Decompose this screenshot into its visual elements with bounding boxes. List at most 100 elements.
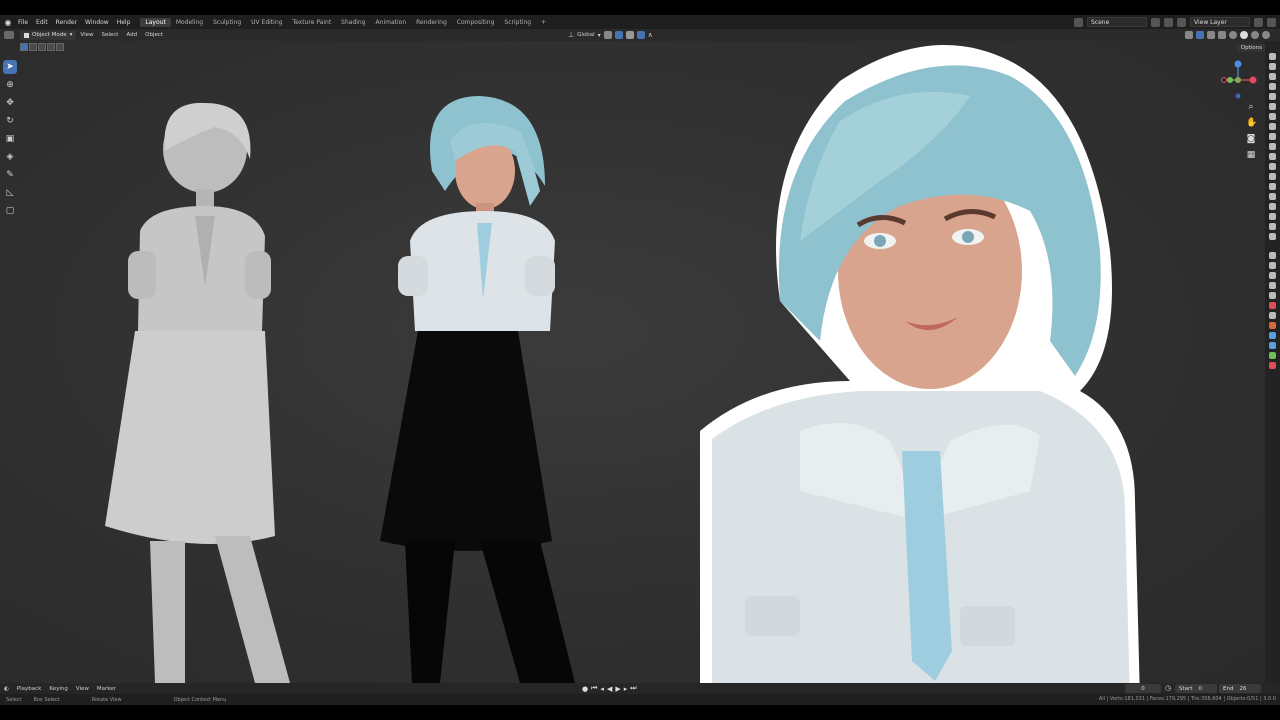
scale-tool-icon[interactable]: ▣ — [3, 132, 17, 146]
transform-tool-icon[interactable]: ◈ — [3, 150, 17, 164]
xray-icon[interactable] — [1218, 31, 1226, 39]
timeline-editor-icon[interactable]: ◐ — [0, 686, 13, 692]
rendered-shading-icon[interactable] — [1262, 31, 1270, 39]
menu-keying[interactable]: Keying — [45, 686, 71, 692]
wireframe-shading-icon[interactable] — [1229, 31, 1237, 39]
tab-animation[interactable]: Animation — [371, 18, 412, 27]
render-visibility-icon[interactable] — [1269, 143, 1276, 150]
render-visibility-icon[interactable] — [1269, 163, 1276, 170]
new-scene-icon[interactable] — [1151, 17, 1160, 27]
render-visibility-icon[interactable] — [1269, 153, 1276, 160]
next-keyframe-icon[interactable]: ▸ — [624, 685, 628, 693]
render-visibility-icon[interactable] — [1269, 183, 1276, 190]
view-layer-field[interactable]: View Layer — [1190, 17, 1250, 27]
constraint-properties-icon[interactable] — [1269, 352, 1276, 359]
snap-icon[interactable] — [614, 31, 623, 39]
proportional-edit-icon[interactable] — [636, 31, 645, 39]
physics-properties-icon[interactable] — [1269, 342, 1276, 349]
grid-icon[interactable]: ▦ — [1246, 150, 1256, 160]
portrait-closeup[interactable] — [700, 45, 1140, 683]
tab-uv-editing[interactable]: UV Editing — [246, 18, 287, 27]
render-visibility-icon[interactable] — [1269, 193, 1276, 200]
pivot-icon[interactable] — [603, 31, 612, 39]
menu-help[interactable]: Help — [113, 19, 135, 26]
tab-layout[interactable]: Layout — [140, 17, 171, 27]
navigation-gizmo[interactable] — [1216, 58, 1260, 102]
select-invert-icon[interactable] — [47, 43, 55, 51]
render-visibility-icon[interactable] — [1269, 93, 1276, 100]
menu-timeline-view[interactable]: View — [72, 686, 93, 692]
select-extend-icon[interactable] — [29, 43, 37, 51]
tab-shading[interactable]: Shading — [336, 18, 370, 27]
select-new-icon[interactable] — [20, 43, 28, 51]
end-frame-field[interactable]: End 26 — [1219, 684, 1261, 693]
measure-tool-icon[interactable]: ◺ — [3, 186, 17, 200]
clay-sculpt-figure[interactable] — [105, 102, 290, 683]
add-cube-tool-icon[interactable]: ▢ — [3, 204, 17, 218]
tab-modeling[interactable]: Modeling — [171, 18, 208, 27]
material-shading-icon[interactable] — [1251, 31, 1259, 39]
render-visibility-icon[interactable] — [1269, 133, 1276, 140]
render-properties-icon[interactable] — [1269, 272, 1276, 279]
render-visibility-icon[interactable] — [1269, 223, 1276, 230]
view-layer-properties-icon[interactable] — [1269, 292, 1276, 299]
new-view-layer-icon[interactable] — [1254, 17, 1263, 27]
scene-properties-icon[interactable] — [1269, 302, 1276, 309]
render-visibility-icon[interactable] — [1269, 173, 1276, 180]
jump-start-icon[interactable]: ⏮ — [591, 684, 597, 693]
select-tool-icon[interactable]: ➤ — [3, 60, 17, 74]
solid-shading-icon[interactable] — [1240, 31, 1248, 39]
play-reverse-icon[interactable]: ◀ — [607, 685, 612, 693]
select-subtract-icon[interactable] — [38, 43, 46, 51]
wrench-icon[interactable] — [1269, 262, 1276, 269]
visibility-icon[interactable] — [1185, 31, 1193, 39]
modifier-properties-icon[interactable] — [1269, 332, 1276, 339]
add-workspace-icon[interactable]: + — [536, 18, 551, 27]
annotate-tool-icon[interactable]: ✎ — [3, 168, 17, 182]
tab-sculpting[interactable]: Sculpting — [208, 18, 246, 27]
render-visibility-icon[interactable] — [1269, 113, 1276, 120]
menu-object[interactable]: Object — [141, 32, 167, 38]
clock-icon[interactable]: ◷ — [1165, 684, 1171, 692]
start-frame-field[interactable]: Start 0 — [1175, 684, 1217, 693]
snap-target-icon[interactable] — [625, 31, 634, 39]
record-icon[interactable]: ● — [582, 685, 588, 693]
move-tool-icon[interactable]: ✥ — [3, 96, 17, 110]
editor-type-icon[interactable] — [4, 31, 14, 39]
render-visibility-icon[interactable] — [1269, 83, 1276, 90]
close-view-layer-icon[interactable] — [1267, 17, 1276, 27]
tool-properties-icon[interactable] — [1269, 252, 1276, 259]
menu-edit[interactable]: Edit — [32, 19, 52, 26]
render-visibility-icon[interactable] — [1269, 123, 1276, 130]
jump-end-icon[interactable]: ⏭ — [630, 684, 636, 693]
render-visibility-icon[interactable] — [1269, 53, 1276, 60]
camera-icon[interactable]: ◙ — [1246, 134, 1256, 144]
falloff-icon[interactable]: ∧ — [648, 31, 653, 39]
cursor-tool-icon[interactable]: ⊕ — [3, 78, 17, 92]
overlay-toggle-icon[interactable] — [1207, 31, 1215, 39]
menu-add[interactable]: Add — [122, 32, 141, 38]
orientation-label[interactable]: Global — [577, 32, 595, 38]
pan-hand-icon[interactable]: ✋ — [1246, 118, 1257, 128]
texture-properties-icon[interactable] — [1269, 362, 1276, 369]
gizmo-toggle-icon[interactable] — [1196, 31, 1204, 39]
mode-select[interactable]: Object Mode ▾ — [20, 30, 77, 40]
object-properties-icon[interactable] — [1269, 322, 1276, 329]
options-button[interactable]: Options — [1236, 44, 1266, 52]
blender-logo-icon[interactable]: ◉ — [2, 16, 14, 28]
menu-window[interactable]: Window — [81, 19, 113, 26]
render-visibility-icon[interactable] — [1269, 63, 1276, 70]
render-visibility-icon[interactable] — [1269, 73, 1276, 80]
menu-render[interactable]: Render — [52, 19, 81, 26]
rotate-tool-icon[interactable]: ↻ — [3, 114, 17, 128]
render-visibility-icon[interactable] — [1269, 203, 1276, 210]
menu-marker[interactable]: Marker — [93, 686, 120, 692]
prev-keyframe-icon[interactable]: ◂ — [600, 685, 604, 693]
tab-texture-paint[interactable]: Texture Paint — [287, 18, 336, 27]
tab-scripting[interactable]: Scripting — [499, 18, 536, 27]
tab-compositing[interactable]: Compositing — [452, 18, 500, 27]
menu-playback[interactable]: Playback — [13, 686, 46, 692]
close-scene-icon[interactable] — [1164, 17, 1173, 27]
play-icon[interactable]: ▶ — [615, 685, 620, 693]
menu-file[interactable]: File — [14, 19, 32, 26]
